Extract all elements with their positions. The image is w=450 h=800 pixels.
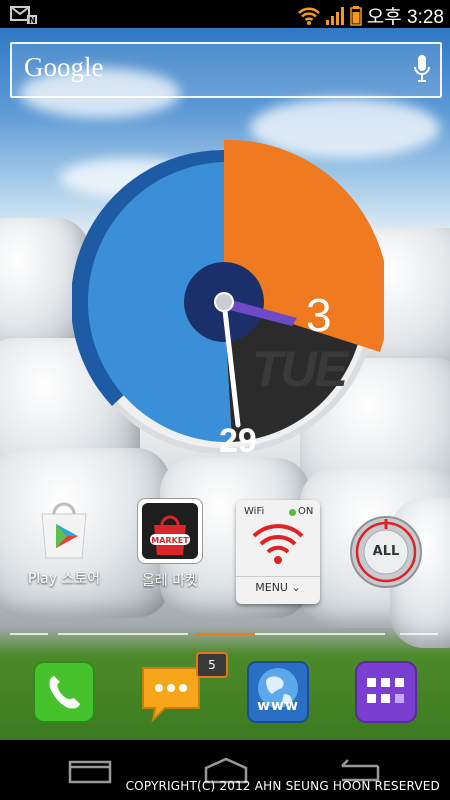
signal-icon	[325, 6, 344, 25]
all-button-label: ALL	[372, 544, 400, 559]
back-icon[interactable]	[68, 758, 112, 784]
battery-icon	[350, 5, 362, 26]
svg-text:MARKET: MARKET	[151, 536, 189, 545]
wifi-big-icon	[252, 524, 304, 564]
phone-icon	[33, 661, 95, 723]
app-label: Play 스토어	[27, 571, 101, 587]
menu-label: MENU	[255, 581, 288, 594]
play-store-icon	[32, 498, 96, 562]
status-left-icons: N	[10, 5, 38, 29]
status-right-icons: 오후 3:28	[297, 2, 444, 29]
olleh-market-icon: MARKET	[137, 498, 203, 564]
wifi-state: ON	[298, 506, 314, 517]
wifi-toggle-widget[interactable]: WiFi ON MENU ⌄	[236, 500, 320, 604]
analog-clock-widget[interactable]: 3 TUE 29	[70, 139, 389, 460]
date-number: 29	[219, 422, 257, 460]
browser-text: www	[257, 698, 299, 714]
status-time: 오후 3:28	[366, 7, 444, 28]
dock-browser[interactable]: www	[246, 660, 310, 724]
hour-number: 3	[306, 289, 332, 341]
unread-badge: 5	[196, 652, 228, 678]
app-olleh-market[interactable]: MARKET 올레 마켓	[120, 498, 220, 608]
email-notification-icon: N	[10, 6, 37, 25]
dock-app-drawer[interactable]	[354, 660, 418, 724]
browser-icon	[247, 661, 309, 723]
copyright-text: COPYRIGHT(C) 2012 AHN SEUNG HOON RESERVE…	[125, 779, 440, 793]
task-killer-widget[interactable]: ALL	[349, 515, 423, 589]
app-play-store[interactable]: Play 스토어	[14, 498, 114, 608]
menu-button[interactable]: MENU ⌄	[236, 576, 320, 594]
app-label: 올레 마켓	[142, 573, 198, 589]
wifi-icon	[297, 7, 320, 25]
wifi-label: WiFi	[244, 506, 265, 517]
chevron-down-icon: ⌄	[291, 581, 301, 594]
dock-phone[interactable]	[32, 660, 96, 724]
app-drawer-icon	[355, 661, 417, 723]
messages-icon	[142, 667, 200, 723]
day-label: TUE	[252, 341, 348, 397]
svg-text:N: N	[29, 16, 36, 25]
page-indicator	[10, 633, 440, 637]
dock-messages[interactable]: 5	[139, 652, 228, 724]
wifi-status-dot	[289, 509, 296, 516]
status-bar: N 오후 3:28	[0, 0, 450, 28]
google-logo-text: Google	[24, 52, 104, 82]
clock-face	[70, 139, 389, 454]
google-search-bar[interactable]: Google	[10, 42, 442, 98]
microphone-icon[interactable]	[414, 55, 430, 83]
